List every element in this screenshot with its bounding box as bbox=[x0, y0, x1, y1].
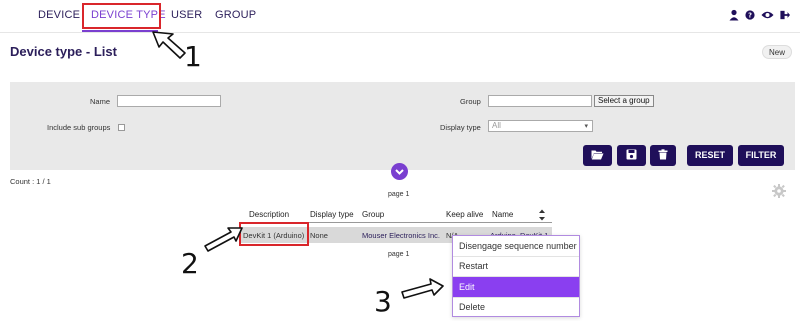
chevron-down-icon: ▾ bbox=[584, 123, 588, 130]
logout-icon[interactable] bbox=[780, 9, 790, 21]
result-count: Count : 1 / 1 bbox=[10, 177, 51, 186]
annotation-number-3: 3 bbox=[374, 285, 392, 318]
column-header-name[interactable]: Name bbox=[492, 210, 513, 219]
tab-user[interactable]: USER bbox=[171, 9, 202, 21]
group-input[interactable] bbox=[488, 95, 592, 107]
include-sub-groups-label: Include sub groups bbox=[47, 123, 111, 132]
column-header-display-type[interactable]: Display type bbox=[310, 210, 354, 219]
open-button[interactable] bbox=[583, 145, 612, 166]
svg-text:?: ? bbox=[748, 12, 752, 20]
page-title: Device type - List bbox=[10, 44, 117, 59]
menu-item-disengage-sequence-number[interactable]: Disengage sequence number bbox=[453, 236, 579, 256]
page-indicator-bottom: page 1 bbox=[388, 251, 410, 258]
gear-icon[interactable] bbox=[772, 184, 786, 198]
save-button[interactable] bbox=[617, 145, 646, 166]
display-type-value: All bbox=[492, 121, 501, 130]
include-sub-groups-checkbox[interactable] bbox=[118, 124, 125, 131]
active-tab-indicator bbox=[82, 30, 158, 32]
sort-icon[interactable] bbox=[538, 208, 546, 222]
name-input[interactable] bbox=[117, 95, 221, 107]
reset-button[interactable]: RESET bbox=[687, 145, 733, 166]
column-header-keep-alive[interactable]: Keep alive bbox=[446, 210, 483, 219]
filter-button[interactable]: FILTER bbox=[738, 145, 784, 166]
display-type-label: Display type bbox=[440, 123, 481, 132]
cell-display-type: None bbox=[310, 231, 328, 240]
menu-item-restart[interactable]: Restart bbox=[453, 256, 579, 276]
nav-icon-group: ? bbox=[729, 9, 790, 21]
eye-icon[interactable] bbox=[761, 9, 774, 21]
page-indicator-top: page 1 bbox=[388, 191, 410, 198]
annotation-number-2: 2 bbox=[181, 247, 199, 280]
tab-device[interactable]: DEVICE bbox=[38, 9, 80, 21]
display-type-select[interactable]: All ▾ bbox=[488, 120, 593, 132]
tab-group[interactable]: GROUP bbox=[215, 9, 256, 21]
highlight-box-description bbox=[239, 222, 309, 246]
save-icon bbox=[626, 149, 637, 160]
highlight-box-device-type bbox=[82, 3, 161, 29]
select-group-button[interactable]: Select a group bbox=[594, 95, 654, 107]
user-icon[interactable] bbox=[729, 9, 739, 21]
menu-item-delete[interactable]: Delete bbox=[453, 297, 579, 317]
folder-open-icon bbox=[591, 150, 604, 160]
name-label: Name bbox=[90, 97, 111, 106]
menu-item-edit[interactable]: Edit bbox=[453, 277, 579, 297]
new-button[interactable]: New bbox=[761, 45, 792, 59]
annotation-arrow-3 bbox=[401, 278, 444, 299]
context-menu: Disengage sequence number Restart Edit D… bbox=[452, 235, 580, 317]
column-header-group[interactable]: Group bbox=[362, 210, 384, 219]
help-icon[interactable]: ? bbox=[745, 9, 755, 21]
annotation-arrow-2 bbox=[204, 227, 243, 252]
chevron-down-icon bbox=[395, 169, 404, 175]
collapse-toggle-button[interactable] bbox=[391, 163, 408, 180]
cell-group[interactable]: Mouser Electronics Inc. bbox=[362, 231, 440, 240]
annotation-number-1: 1 bbox=[184, 40, 202, 73]
trash-icon bbox=[658, 149, 668, 160]
column-header-description[interactable]: Description bbox=[249, 210, 289, 219]
group-label: Group bbox=[460, 97, 481, 106]
delete-button[interactable] bbox=[650, 145, 676, 166]
